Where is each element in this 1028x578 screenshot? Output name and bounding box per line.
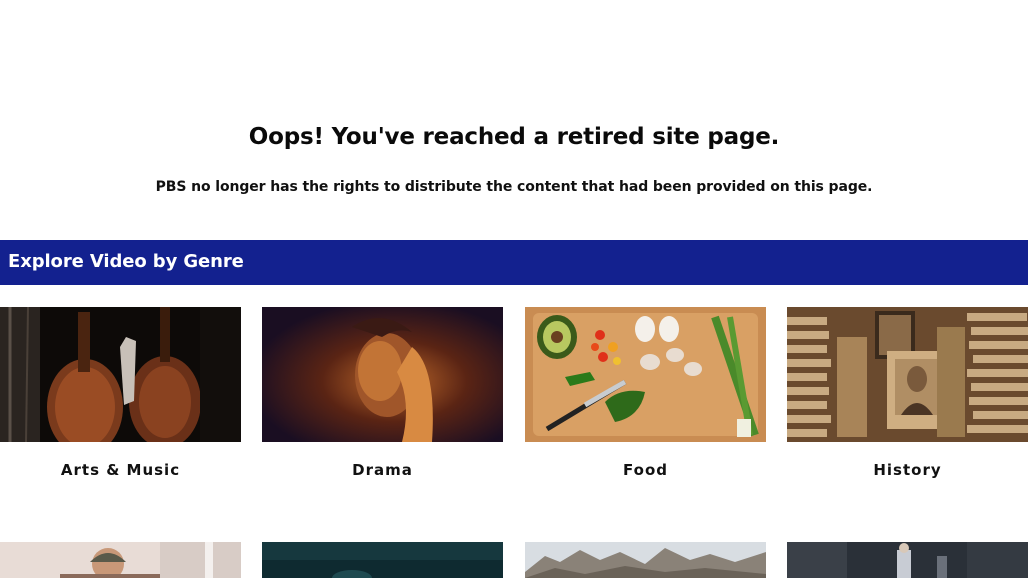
- mountain-range-image[interactable]: [525, 542, 766, 578]
- history-image[interactable]: [787, 307, 1028, 442]
- genre-card-food[interactable]: Food: [525, 307, 766, 479]
- genre-card-arts-music[interactable]: Arts & Music: [0, 307, 241, 479]
- food-image[interactable]: [525, 307, 766, 442]
- genre-label[interactable]: History: [787, 461, 1028, 479]
- city-street-image[interactable]: [787, 542, 1028, 578]
- genre-label[interactable]: Drama: [262, 461, 503, 479]
- genre-section-title: Explore Video by Genre: [8, 251, 244, 272]
- notice-message: PBS no longer has the rights to distribu…: [155, 179, 873, 195]
- drama-image[interactable]: [262, 307, 503, 442]
- genre-card-row2-1[interactable]: [0, 542, 241, 578]
- notice-title: Oops! You've reached a retired site page…: [248, 124, 780, 150]
- genre-card-row2-4[interactable]: [787, 542, 1028, 578]
- genre-card-history[interactable]: History: [787, 307, 1028, 479]
- genre-section-header: Explore Video by Genre: [0, 240, 1028, 285]
- genre-label[interactable]: Arts & Music: [0, 461, 241, 479]
- arts-music-image[interactable]: [0, 307, 241, 442]
- genre-label[interactable]: Food: [525, 461, 766, 479]
- genre-card-row2-3[interactable]: [525, 542, 766, 578]
- person-with-cap-image[interactable]: [0, 542, 241, 578]
- dark-teal-image[interactable]: [262, 542, 503, 578]
- genre-card-drama[interactable]: Drama: [262, 307, 503, 479]
- genre-card-row2-2[interactable]: [262, 542, 503, 578]
